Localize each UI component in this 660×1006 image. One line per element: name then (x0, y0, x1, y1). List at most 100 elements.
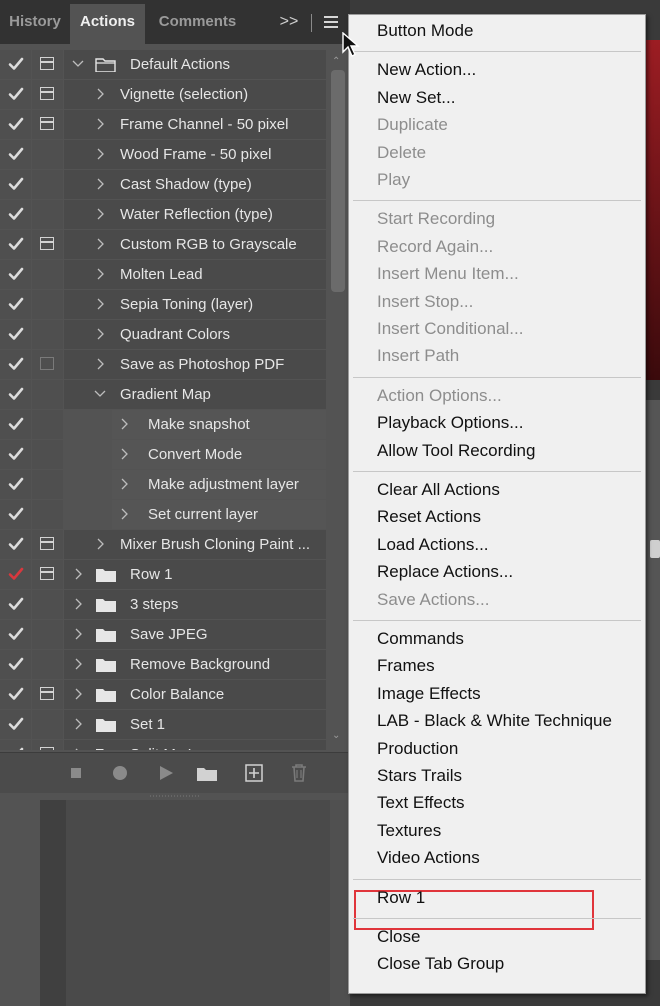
toggle-dialog-cell[interactable] (32, 50, 63, 79)
toggle-dialog-cell[interactable] (32, 620, 63, 649)
action-name-cell[interactable]: Make adjustment layer (112, 470, 326, 499)
action-name-cell[interactable]: Remove Background (64, 650, 326, 679)
action-row[interactable]: Wood Frame - 50 pixel (0, 140, 326, 170)
toggle-dialog-cell[interactable] (32, 470, 63, 499)
menu-item-button-mode[interactable]: Button Mode (377, 20, 473, 42)
action-name-cell[interactable]: Sepia Toning (layer) (64, 290, 326, 319)
toggle-item-cell[interactable] (0, 50, 31, 79)
toggle-dialog-cell[interactable] (32, 230, 63, 259)
chevron-right-icon[interactable] (118, 507, 130, 521)
toggle-item-cell[interactable] (0, 440, 31, 469)
action-name-cell[interactable]: Convert Mode (112, 440, 326, 469)
menu-item-reset-actions[interactable]: Reset Actions (377, 506, 481, 528)
toggle-item-cell[interactable] (0, 290, 31, 319)
toggle-dialog-cell[interactable] (32, 440, 63, 469)
checkmark-icon[interactable] (8, 566, 24, 582)
toggle-item-cell[interactable] (0, 170, 31, 199)
chevron-right-icon[interactable] (94, 177, 106, 191)
stop-icon[interactable] (70, 767, 82, 779)
action-name-cell[interactable]: Split My I... (64, 740, 326, 750)
action-name-cell[interactable]: Gradient Map (64, 380, 326, 409)
dialog-toggle-icon[interactable] (40, 747, 54, 750)
action-name-cell[interactable]: Row 1 (64, 560, 326, 589)
expand-panels-icon[interactable]: >> (278, 12, 300, 32)
action-row[interactable]: Default Actions (0, 50, 326, 80)
action-name-cell[interactable]: Quadrant Colors (64, 320, 326, 349)
chevron-right-icon[interactable] (72, 657, 84, 671)
menu-item-playback-options[interactable]: Playback Options... (377, 412, 523, 434)
menu-item-new-action[interactable]: New Action... (377, 59, 476, 81)
toggle-item-cell[interactable] (0, 740, 31, 750)
action-row[interactable]: Remove Background (0, 650, 326, 680)
action-name-cell[interactable]: Frame Channel - 50 pixel (64, 110, 326, 139)
action-name-cell[interactable]: Default Actions (64, 50, 326, 79)
menu-item-new-set[interactable]: New Set... (377, 87, 455, 109)
chevron-right-icon[interactable] (94, 267, 106, 281)
chevron-right-icon[interactable] (94, 237, 106, 251)
toggle-item-cell[interactable] (0, 380, 31, 409)
toggle-dialog-cell[interactable] (32, 260, 63, 289)
checkmark-icon[interactable] (8, 656, 24, 672)
action-row[interactable]: Water Reflection (type) (0, 200, 326, 230)
action-row[interactable]: Make adjustment layer (0, 470, 326, 500)
toggle-dialog-cell[interactable] (32, 140, 63, 169)
dialog-toggle-icon[interactable] (40, 357, 54, 370)
menu-item-commands[interactable]: Commands (377, 628, 464, 650)
chevron-right-icon[interactable] (94, 327, 106, 341)
toggle-dialog-cell[interactable] (32, 110, 63, 139)
menu-item-video-actions[interactable]: Video Actions (377, 847, 480, 869)
checkmark-icon[interactable] (8, 56, 24, 72)
dialog-toggle-icon[interactable] (40, 687, 54, 700)
chevron-right-icon[interactable] (94, 297, 106, 311)
tab-actions[interactable]: Actions (70, 4, 145, 44)
action-row[interactable]: Make snapshot (0, 410, 326, 440)
menu-item-close[interactable]: Close (377, 926, 420, 948)
toggle-dialog-cell[interactable] (32, 500, 63, 529)
action-row[interactable]: Frame Channel - 50 pixel (0, 110, 326, 140)
toggle-item-cell[interactable] (0, 590, 31, 619)
chevron-right-icon[interactable] (118, 477, 130, 491)
action-row[interactable]: Cast Shadow (type) (0, 170, 326, 200)
scroll-down-icon[interactable]: ⌄ (332, 730, 340, 741)
checkmark-icon[interactable] (8, 506, 24, 522)
action-row[interactable]: Gradient Map (0, 380, 326, 410)
toggle-dialog-cell[interactable] (32, 320, 63, 349)
tab-comments[interactable]: Comments (145, 4, 250, 44)
action-name-cell[interactable]: Molten Lead (64, 260, 326, 289)
action-row[interactable]: Split My I... (0, 740, 326, 750)
checkmark-icon[interactable] (8, 206, 24, 222)
chevron-right-icon[interactable] (72, 687, 84, 701)
dialog-toggle-icon[interactable] (40, 537, 54, 550)
action-row[interactable]: Set 1 (0, 710, 326, 740)
checkmark-icon[interactable] (8, 446, 24, 462)
checkmark-icon[interactable] (8, 626, 24, 642)
menu-item-allow-tool-recording[interactable]: Allow Tool Recording (377, 440, 535, 462)
dialog-toggle-icon[interactable] (40, 117, 54, 130)
action-row[interactable]: Set current layer (0, 500, 326, 530)
checkmark-icon[interactable] (8, 356, 24, 372)
checkmark-icon[interactable] (8, 86, 24, 102)
menu-item-text-effects[interactable]: Text Effects (377, 792, 465, 814)
toggle-item-cell[interactable] (0, 680, 31, 709)
action-row[interactable]: Quadrant Colors (0, 320, 326, 350)
toggle-dialog-cell[interactable] (32, 380, 63, 409)
play-icon[interactable] (158, 765, 174, 781)
menu-item-close-tab-group[interactable]: Close Tab Group (377, 953, 504, 975)
action-name-cell[interactable]: Color Balance (64, 680, 326, 709)
chevron-down-icon[interactable] (94, 387, 106, 401)
chevron-right-icon[interactable] (94, 147, 106, 161)
toggle-dialog-cell[interactable] (32, 680, 63, 709)
action-name-cell[interactable]: Save JPEG (64, 620, 326, 649)
toggle-item-cell[interactable] (0, 620, 31, 649)
toggle-dialog-cell[interactable] (32, 410, 63, 439)
checkmark-icon[interactable] (8, 716, 24, 732)
menu-item-textures[interactable]: Textures (377, 820, 441, 842)
menu-item-lab-black-white-technique[interactable]: LAB - Black & White Technique (377, 710, 612, 732)
toggle-dialog-cell[interactable] (32, 590, 63, 619)
right-panel-control[interactable] (650, 540, 660, 558)
toggle-dialog-cell[interactable] (32, 710, 63, 739)
scrollbar-thumb[interactable] (331, 70, 345, 292)
action-row[interactable]: Vignette (selection) (0, 80, 326, 110)
action-name-cell[interactable]: Set 1 (64, 710, 326, 739)
chevron-right-icon[interactable] (94, 537, 106, 551)
